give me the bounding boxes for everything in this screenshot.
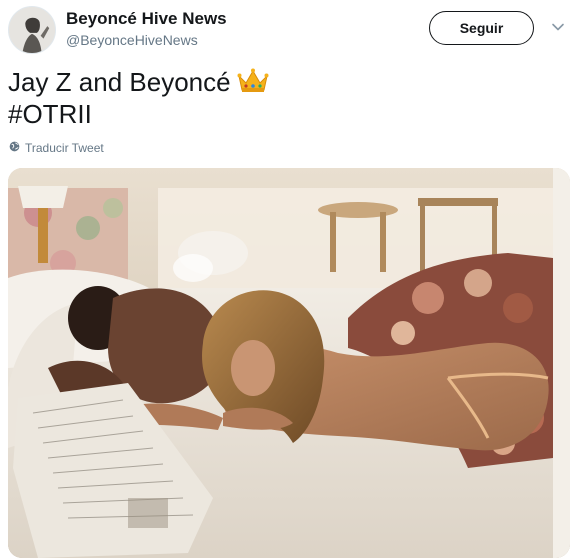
- tweet-photo[interactable]: [8, 168, 570, 558]
- profile-avatar[interactable]: [8, 6, 56, 54]
- user-handle[interactable]: @BeyonceHiveNews: [66, 32, 198, 48]
- translate-tweet-link[interactable]: Traducir Tweet: [9, 141, 104, 155]
- tweet-text: Jay Z and Beyoncé #OTRII: [8, 66, 269, 130]
- follow-button[interactable]: Seguir: [429, 11, 534, 45]
- chevron-down-icon[interactable]: [551, 20, 565, 34]
- crown-emoji-icon: [237, 68, 269, 94]
- tweet-line-1: Jay Z and Beyoncé: [8, 67, 231, 97]
- hashtag-link[interactable]: #OTRII: [8, 99, 92, 129]
- translate-label: Traducir Tweet: [25, 141, 104, 155]
- tweet-card: Beyoncé Hive News @BeyonceHiveNews Segui…: [0, 0, 575, 560]
- display-name[interactable]: Beyoncé Hive News: [66, 9, 227, 29]
- globe-icon: [9, 141, 20, 155]
